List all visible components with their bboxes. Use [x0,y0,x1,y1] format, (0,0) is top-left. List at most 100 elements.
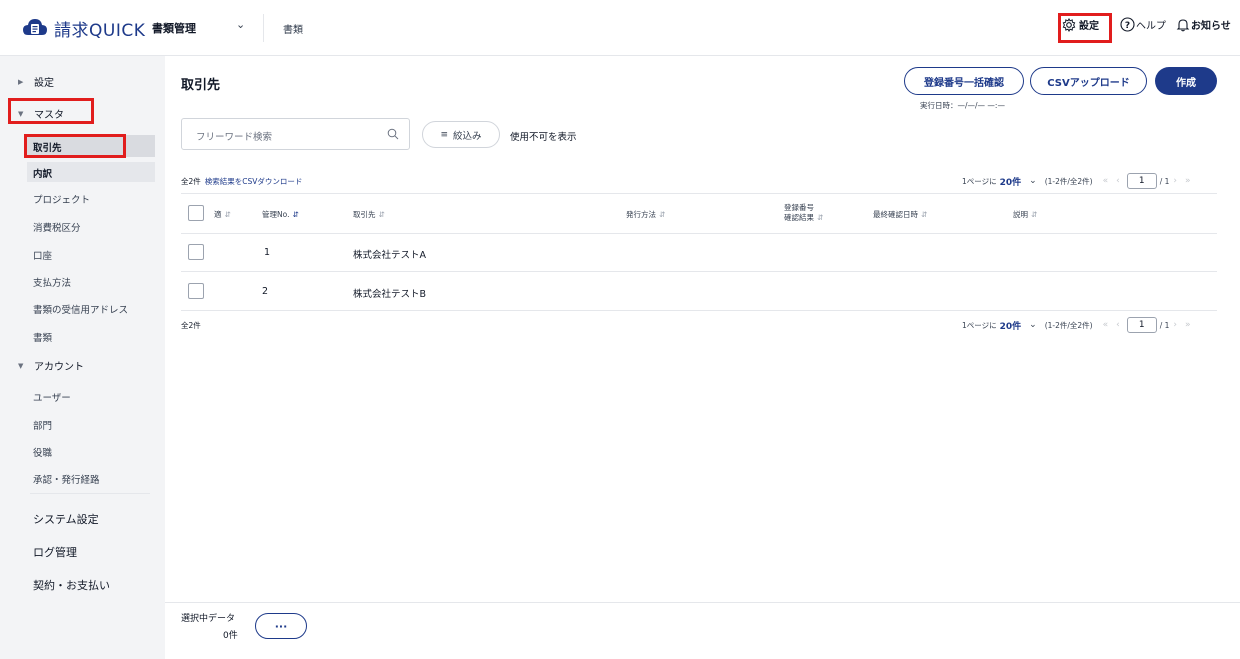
column-header-partner[interactable]: 取引先 ⇵ [353,209,385,220]
sidebar-item-users[interactable]: ユーザー [33,390,71,404]
total-pages: / 1 [1159,320,1170,330]
last-page-icon[interactable]: » [1185,320,1191,330]
result-count-line: 全2件 検索結果をCSVダウンロード [181,176,302,187]
search-icon[interactable] [387,128,399,140]
total-pages: / 1 [1159,176,1170,186]
master-highlight-box [8,98,94,124]
column-header-reg-number[interactable]: 登録番号 確認結果 ⇵ [784,203,823,223]
column-header-last-checked[interactable]: 最終確認日時 ⇵ [873,209,927,220]
table-row-border [181,271,1217,272]
sidebar-item-payment-method[interactable]: 支払方法 [33,275,71,289]
sidebar-item-project[interactable]: プロジェクト [33,192,90,206]
question-circle-icon: ? [1120,17,1135,32]
sidebar-item-bank-account[interactable]: 口座 [33,248,52,262]
prev-page-icon[interactable]: ‹ [1116,176,1120,186]
page-range: (1-2件/全2件) [1044,176,1093,186]
selected-data-count: 0件 [223,631,238,641]
more-actions-button[interactable]: ··· [255,613,307,639]
sidebar-item-contract-payment[interactable]: 契約・お支払い [33,577,110,593]
column-header-fit[interactable]: 適 ⇵ [214,209,231,220]
per-page-select[interactable]: 20件 [1000,319,1022,332]
sort-icon: ⇵ [224,210,231,219]
execution-datetime: 実行日時：—/—/— —:— [920,101,1005,110]
help-button[interactable]: ? ヘルプ [1120,17,1166,32]
first-page-icon[interactable]: « [1103,320,1109,330]
sidebar-group-label: アカウント [34,362,84,373]
result-count-bottom: 全2件 [181,321,201,330]
filter-button[interactable]: ≡ 絞込み [422,121,500,148]
filter-icon: ≡ [440,129,449,140]
page-title: 取引先 [181,78,221,93]
sidebar: ▶ 設定 ▼ マスタ 取引先 内訳 プロジェクト 消費税区分 口座 支払方法 書… [0,56,165,659]
pagination-bottom: 1ページに 20件 ⌄ (1-2件/全2件) « ‹ 1 / 1 › » [962,317,1195,333]
row-checkbox[interactable] [188,283,204,299]
bell-icon [1176,18,1190,31]
cloud-document-logo-icon [23,19,47,35]
column-header-description[interactable]: 説明 ⇵ [1013,209,1037,220]
sidebar-item-log-management[interactable]: ログ管理 [33,544,77,560]
csv-download-link[interactable]: 検索結果をCSVダウンロード [205,177,303,186]
sort-icon: ⇵ [1031,210,1038,219]
show-disabled-toggle[interactable]: 使用不可を表示 [510,129,577,143]
app-logo[interactable]: 請求QUICK [22,15,145,41]
notice-label: お知らせ [1191,21,1231,32]
next-page-icon[interactable]: › [1173,320,1177,330]
column-header-code[interactable]: 管理No. ⇵ [262,209,299,220]
next-page-icon[interactable]: › [1173,176,1177,186]
header-divider [263,14,264,42]
table-bottom-border [181,310,1217,311]
caret-down-icon: ▼ [18,361,24,370]
chevron-down-icon[interactable]: ⌄ [1029,176,1037,186]
sidebar-item-documents[interactable]: 書類 [33,330,52,344]
row-partner-link[interactable]: 株式会社テストA [353,247,426,261]
row-partner-link[interactable]: 株式会社テストB [353,286,426,300]
row-checkbox[interactable] [188,244,204,260]
page-number-input[interactable]: 1 [1126,317,1157,333]
sort-icon: ⇵ [817,213,824,222]
page-number-input[interactable]: 1 [1126,173,1157,189]
app-name: 請求QUICK [54,20,146,41]
sort-icon: ⇵ [921,210,928,219]
filter-label: 絞込み [453,130,482,142]
prev-page-icon[interactable]: ‹ [1116,320,1120,330]
chevron-down-icon[interactable]: ⌄ [236,18,245,31]
search-input[interactable]: フリーワード検索 [181,118,410,150]
sort-icon: ⇵ [378,210,385,219]
row-code: 1 [264,247,271,258]
sidebar-divider [30,493,150,494]
sidebar-item-breakdown[interactable]: 内訳 [27,162,155,182]
per-page-select[interactable]: 20件 [1000,175,1022,188]
svg-text:?: ? [1125,21,1130,31]
chevron-down-icon[interactable]: ⌄ [1029,320,1037,330]
bulk-confirm-button[interactable]: 登録番号一括確認 [904,67,1024,95]
sidebar-item-receive-address[interactable]: 書類の受信用アドレス [33,302,128,316]
create-button[interactable]: 作成 [1155,67,1217,95]
breadcrumb[interactable]: 書類 [283,21,303,36]
caret-right-icon: ▶ [18,77,24,86]
selection-footer: 選択中データ 0件 ··· [165,602,1240,659]
notice-button[interactable]: お知らせ [1176,17,1231,32]
csv-upload-button[interactable]: CSVアップロード [1030,67,1147,95]
app-menu-selector[interactable]: 書類管理 [152,20,196,36]
first-page-icon[interactable]: « [1103,176,1109,186]
per-page-prefix: 1ページに [962,320,997,330]
sidebar-group-settings[interactable]: ▶ 設定 [18,74,54,90]
header-row-border [181,233,1217,234]
result-count: 全2件 [181,177,201,186]
table-top-border [181,193,1217,194]
sidebar-item-departments[interactable]: 部門 [33,418,52,432]
select-all-checkbox[interactable] [188,205,204,221]
sidebar-item-tax-category[interactable]: 消費税区分 [33,220,81,234]
last-page-icon[interactable]: » [1185,176,1191,186]
sidebar-item-approval-route[interactable]: 承認・発行経路 [33,472,100,486]
sidebar-item-positions[interactable]: 役職 [33,445,52,459]
partners-highlight-box [24,134,126,158]
per-page-prefix: 1ページに [962,176,997,186]
sidebar-item-system-settings[interactable]: システム設定 [33,511,99,527]
help-label: ヘルプ [1136,21,1166,32]
pagination-top: 1ページに 20件 ⌄ (1-2件/全2件) « ‹ 1 / 1 › » [962,173,1195,189]
column-header-issue-method[interactable]: 発行方法 ⇵ [626,209,665,220]
selected-data-label: 選択中データ [181,614,236,624]
page-range: (1-2件/全2件) [1044,320,1093,330]
sidebar-group-account[interactable]: ▼ アカウント [18,358,84,374]
